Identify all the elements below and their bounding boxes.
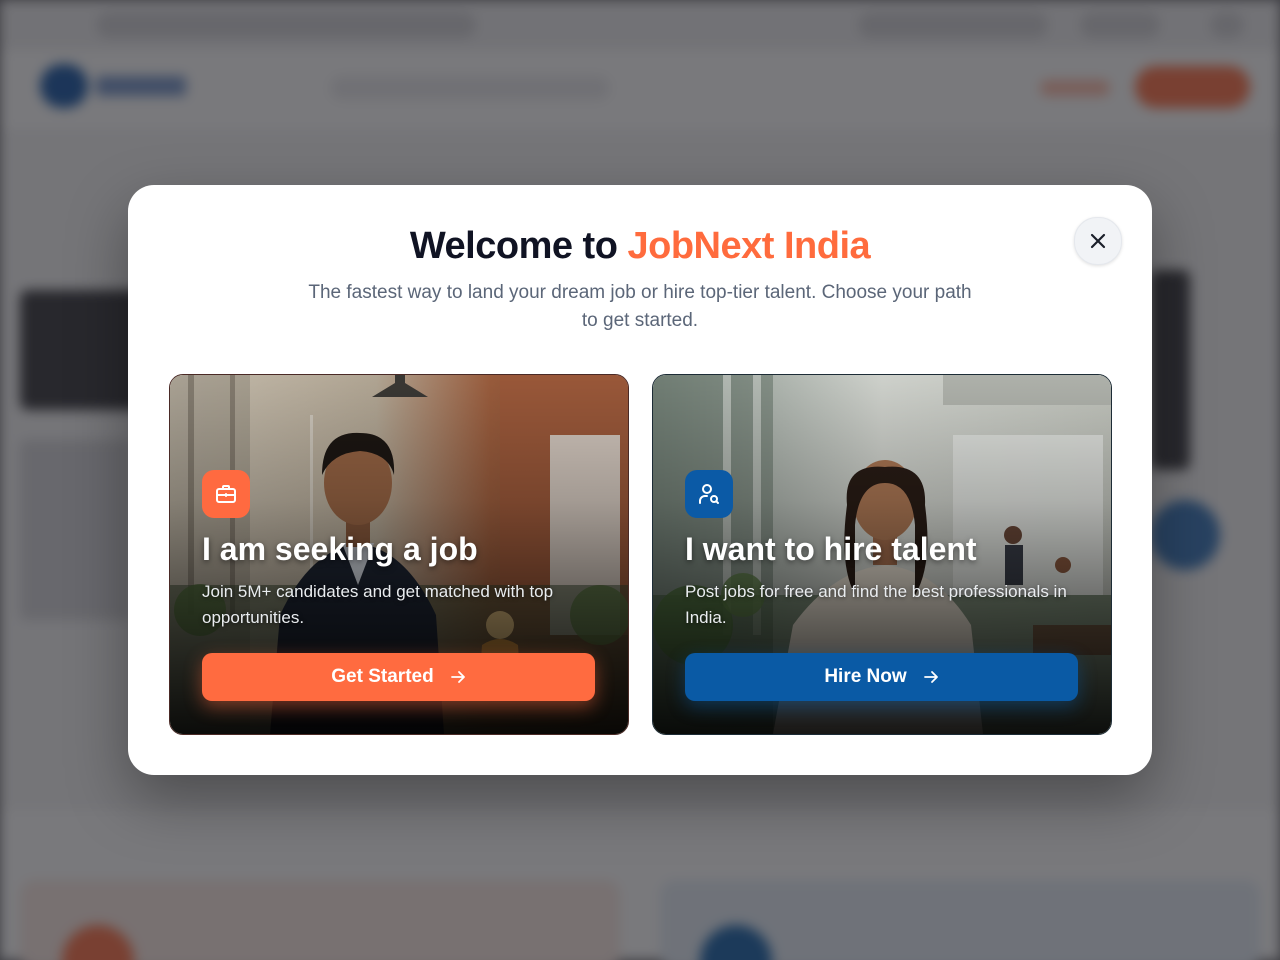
job-seeker-title: I am seeking a job [202, 531, 478, 567]
card-icon-badge [685, 470, 733, 518]
hire-now-button[interactable]: Hire Now [685, 653, 1078, 701]
hire-now-label: Hire Now [824, 666, 907, 687]
arrow-right-icon [450, 671, 465, 683]
welcome-modal: Welcome to JobNext India The fastest way… [128, 185, 1152, 775]
hire-talent-description: Post jobs for free and find the best pro… [685, 582, 1067, 627]
job-seeker-description: Join 5M+ candidates and get matched with… [202, 582, 554, 627]
briefcase-icon [216, 485, 236, 503]
card-icon-badge [202, 470, 250, 518]
arrow-right-icon [923, 671, 938, 683]
job-seeker-card[interactable]: I am seeking a job Join 5M+ candidates a… [169, 374, 629, 735]
modal-title-brand: JobNext India [627, 225, 871, 267]
get-started-label: Get Started [331, 666, 434, 687]
modal-subtitle: The fastest way to land your dream job o… [308, 282, 972, 331]
user-search-icon [699, 484, 719, 504]
close-icon [1090, 233, 1106, 249]
modal-title-prefix: Welcome to [409, 225, 618, 267]
hire-talent-title: I want to hire talent [685, 531, 977, 567]
hire-talent-card[interactable]: I want to hire talent Post jobs for free… [652, 374, 1112, 735]
get-started-button[interactable]: Get Started [202, 653, 595, 701]
close-button[interactable] [1074, 217, 1122, 265]
modal-title: Welcome to JobNext India [128, 225, 1152, 268]
